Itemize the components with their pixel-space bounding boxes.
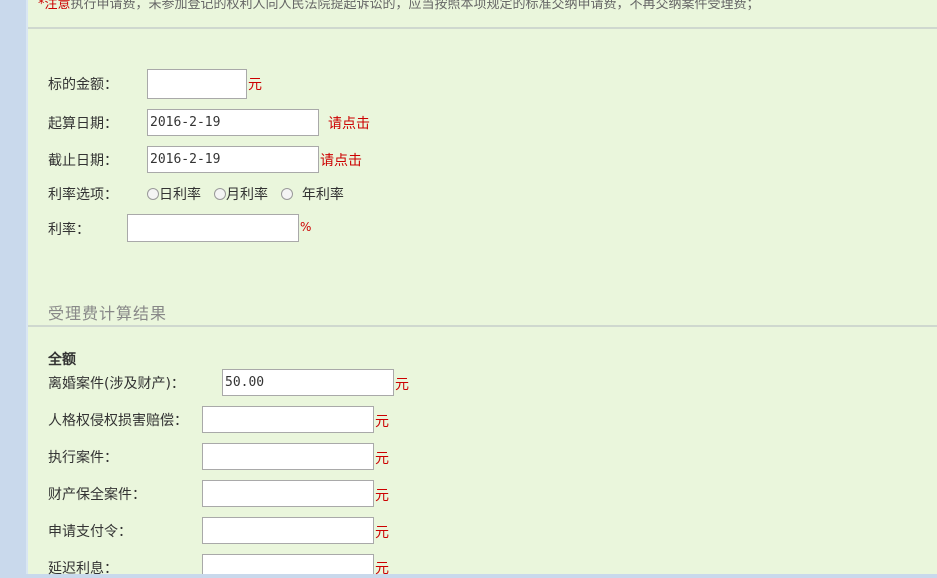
radio-yearly[interactable]	[281, 188, 293, 200]
result-input-payment-order[interactable]	[202, 517, 374, 544]
result-label-personality: 人格权侵权损害赔偿：	[48, 413, 188, 429]
start-date-picker-link[interactable]: 请点击	[328, 113, 370, 133]
results-section-title: 受理费计算结果	[48, 304, 168, 323]
radio-monthly[interactable]	[214, 188, 226, 200]
result-unit-divorce: 元	[395, 377, 409, 393]
result-label-execution: 执行案件：	[48, 450, 118, 466]
end-date-picker-link[interactable]: 请点击	[320, 150, 362, 170]
end-date-input[interactable]: 2016-2-19	[147, 146, 319, 173]
rate-unit: %	[300, 220, 312, 234]
rate-option-monthly[interactable]: 月利率	[214, 184, 268, 204]
result-unit-payment-order: 元	[375, 525, 389, 541]
result-unit-late-interest: 元	[375, 561, 389, 577]
rate-option-label: 利率选项：	[48, 187, 118, 203]
result-input-personality[interactable]	[202, 406, 374, 433]
result-unit-execution: 元	[375, 451, 389, 467]
start-date-input[interactable]: 2016-2-19	[147, 109, 319, 136]
end-date-label: 截止日期：	[48, 153, 118, 169]
rate-option-yearly-label: 年利率	[301, 187, 344, 203]
rate-option-yearly[interactable]: 年利率	[281, 184, 344, 204]
divider-results	[28, 325, 937, 327]
rate-option-daily-label: 日利率	[159, 187, 201, 203]
notice-text: *注意执行申请费，未参加登记的权利人向人民法院提起诉讼的，应当按照本项规定的标准…	[38, 0, 760, 12]
rate-input[interactable]	[127, 214, 299, 242]
amount-unit: 元	[248, 77, 262, 93]
calculator-panel: *注意执行申请费，未参加登记的权利人向人民法院提起诉讼的，应当按照本项规定的标准…	[26, 0, 937, 577]
amount-input[interactable]	[147, 69, 247, 99]
rate-option-monthly-label: 月利率	[226, 187, 268, 203]
result-input-execution[interactable]	[202, 443, 374, 470]
result-label-preservation: 财产保全案件：	[48, 487, 146, 503]
result-label-late-interest: 延迟利息：	[48, 561, 118, 577]
divider-top	[28, 27, 937, 29]
rate-option-daily[interactable]: 日利率	[147, 184, 201, 204]
result-unit-personality: 元	[375, 414, 389, 430]
full-amount-heading: 全额	[48, 352, 76, 368]
result-label-divorce: 离婚案件(涉及财产)：	[48, 376, 185, 392]
result-label-payment-order: 申请支付令：	[48, 524, 132, 540]
radio-daily[interactable]	[147, 188, 159, 200]
result-input-late-interest[interactable]	[202, 554, 374, 574]
result-input-preservation[interactable]	[202, 480, 374, 507]
notice-body: 执行申请费，未参加登记的权利人向人民法院提起诉讼的，应当按照本项规定的标准交纳申…	[70, 0, 760, 12]
amount-label: 标的金额：	[48, 77, 118, 93]
start-date-label: 起算日期：	[48, 116, 118, 132]
rate-label: 利率：	[48, 222, 90, 238]
result-unit-preservation: 元	[375, 488, 389, 504]
notice-prefix: *注意	[38, 0, 71, 12]
result-input-divorce[interactable]: 50.00	[222, 369, 394, 396]
